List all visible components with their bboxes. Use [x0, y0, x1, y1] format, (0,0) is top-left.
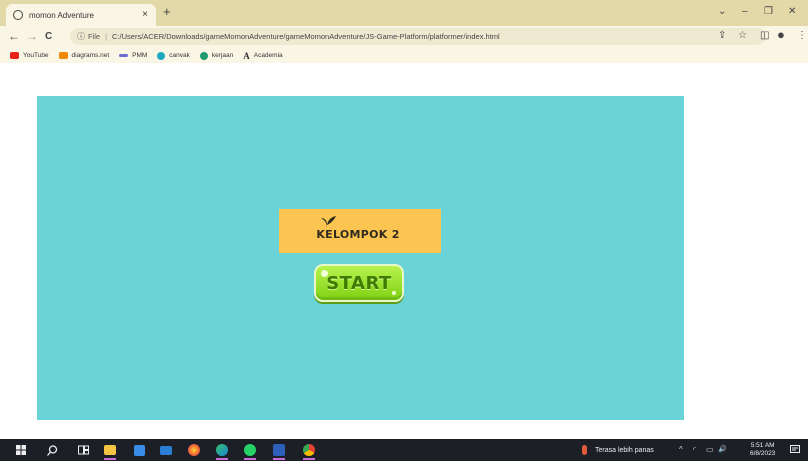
forward-button[interactable]: →	[26, 29, 38, 43]
drawio-icon	[58, 52, 68, 59]
battery-icon[interactable]: ▭	[706, 445, 714, 454]
back-button[interactable]: ←	[8, 29, 20, 43]
bookmark-kerjaan[interactable]: kerjaan	[199, 51, 234, 60]
firefox-icon[interactable]	[185, 442, 203, 458]
task-view-icon[interactable]	[76, 442, 90, 458]
page-viewport: KELOMPOK 2 START	[0, 63, 808, 439]
search-icon[interactable]	[45, 442, 59, 458]
tab-title: momon Adventure	[29, 10, 94, 20]
bookmark-label: canvak	[169, 52, 190, 59]
word-icon[interactable]	[270, 442, 288, 460]
bookmark-pmm[interactable]: PMM	[119, 52, 147, 59]
wifi-icon[interactable]: ◜	[693, 445, 696, 454]
bookmark-diagrams[interactable]: diagrams.net	[58, 52, 110, 59]
menu-icon[interactable]: ⋮	[797, 30, 807, 41]
button-highlight	[392, 291, 396, 295]
bookmark-label: Academia	[253, 52, 283, 59]
start-label: START	[326, 272, 392, 294]
bookmark-academia[interactable]: A Academia	[243, 51, 282, 61]
kerjaan-icon	[199, 51, 208, 60]
mail-icon[interactable]	[157, 442, 175, 458]
team-banner: KELOMPOK 2	[279, 209, 441, 253]
new-tab-button[interactable]: +	[163, 4, 171, 19]
microsoft-store-icon[interactable]	[130, 442, 148, 458]
close-window-button[interactable]: ✕	[788, 6, 796, 17]
scheme-label: File	[88, 32, 101, 41]
whatsapp-icon[interactable]	[241, 442, 259, 460]
weather-text: Terasa lebih panas	[595, 446, 654, 454]
info-icon[interactable]: ⓘ	[77, 31, 85, 42]
button-highlight	[321, 270, 328, 277]
sprout-icon	[321, 216, 336, 228]
notification-icon[interactable]	[788, 442, 802, 458]
youtube-icon	[10, 52, 19, 59]
show-hidden-icons-icon[interactable]: ^	[679, 445, 683, 454]
game-canvas[interactable]: KELOMPOK 2 START	[37, 96, 684, 420]
academia-icon: A	[243, 50, 250, 61]
address-bar[interactable]: ⓘ File | C:/Users/ACER/Downloads/gameMom…	[70, 28, 766, 45]
bookmark-label: YouTube	[23, 52, 49, 59]
browser-toolbar: ← → C ⓘ File | C:/Users/ACER/Downloads/g…	[0, 26, 808, 48]
windows-taskbar: Terasa lebih panas ^ ◜ ▭ 🔊 5:51 AM 6/8/2…	[0, 439, 808, 461]
file-explorer-icon[interactable]	[101, 442, 119, 460]
browser-tab[interactable]: momon Adventure ×	[6, 4, 156, 26]
url-text[interactable]: C:/Users/ACER/Downloads/gameMomonAdventu…	[112, 32, 500, 41]
pmm-icon	[119, 54, 129, 57]
profile-avatar[interactable]: ●	[777, 27, 785, 42]
windows-start-icon[interactable]	[14, 442, 28, 458]
edge-icon[interactable]	[213, 442, 231, 460]
banner-text: KELOMPOK 2	[316, 227, 400, 241]
bookmark-label: diagrams.net	[71, 52, 110, 59]
clock-date: 6/8/2023	[750, 450, 776, 457]
address-separator: |	[105, 32, 108, 41]
side-panel-icon[interactable]: ◫	[760, 30, 769, 41]
start-button[interactable]: START	[314, 264, 404, 302]
chrome-icon[interactable]	[300, 442, 318, 460]
tab-search-icon[interactable]: ⌄	[718, 6, 726, 17]
clock-time: 5:51 AM	[750, 442, 775, 449]
browser-tab-strip: momon Adventure × + ⌄ – ❐ ✕	[0, 0, 808, 26]
restore-button[interactable]: ❐	[764, 6, 773, 17]
bookmark-youtube[interactable]: YouTube	[10, 52, 49, 59]
bookmarks-bar: YouTube diagrams.net PMM canvak kerjaan …	[0, 48, 808, 63]
weather-widget[interactable]: Terasa lebih panas	[582, 445, 654, 455]
globe-icon	[13, 10, 23, 20]
bookmark-canvak[interactable]: canvak	[157, 51, 190, 60]
canva-icon	[157, 51, 166, 60]
bookmark-label: kerjaan	[211, 52, 234, 59]
tab-close-icon[interactable]: ×	[142, 9, 148, 20]
volume-icon[interactable]: 🔊	[718, 445, 727, 453]
share-icon[interactable]: ⇪	[718, 30, 726, 41]
system-clock[interactable]: 5:51 AM 6/8/2023	[750, 442, 775, 458]
bookmark-label: PMM	[132, 52, 148, 59]
reload-button[interactable]: C	[45, 31, 52, 42]
bookmark-star-icon[interactable]: ☆	[738, 30, 747, 41]
minimize-button[interactable]: –	[742, 6, 748, 17]
thermometer-icon	[582, 445, 587, 455]
